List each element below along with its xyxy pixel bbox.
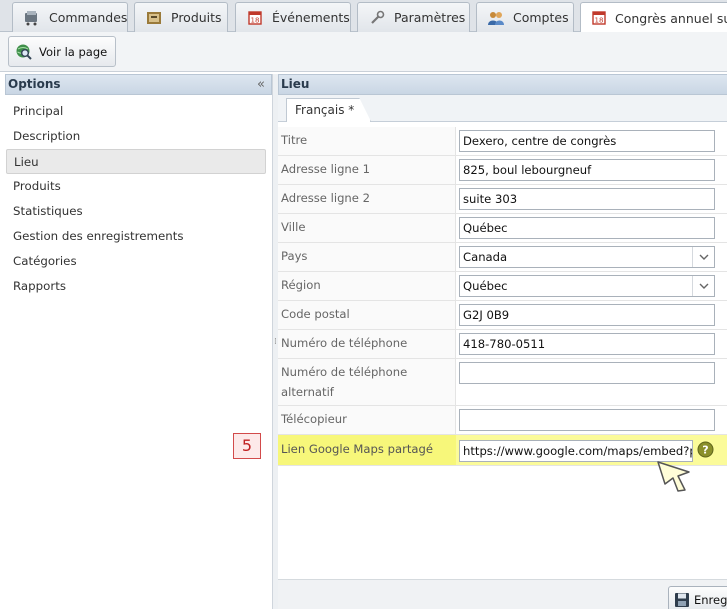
options-panel-header: Options « [5,74,272,95]
help-icon[interactable]: ? [697,441,714,458]
telephone-alt-label-line2: alternatif [281,385,334,399]
svg-text:18: 18 [595,17,604,25]
nav-item-produits[interactable]: Produits [5,174,272,199]
cart-icon [23,10,41,26]
telecopieur-label: Télécopieur [278,406,456,434]
lieu-panel: Lieu Français * Titre Dexero, centre de … [278,74,727,609]
globe-search-icon [15,43,33,61]
telephone-input[interactable]: 418-780-0511 [459,333,715,355]
step-number-badge: 5 [233,433,261,459]
collapse-panel-icon[interactable]: « [257,75,265,94]
tab-label: Congrès annuel sur le [615,10,727,26]
chevron-down-icon[interactable] [692,276,714,296]
nav-item-gestion-enregistrements[interactable]: Gestion des enregistrements [5,224,272,249]
calendar-icon: 18 [246,10,264,26]
telephone-alt-label: Numéro de téléphone alternatif [278,359,456,405]
chevron-down-icon[interactable] [692,247,714,267]
lieu-panel-title: Lieu [281,77,310,91]
lieu-panel-header: Lieu [278,74,727,95]
users-icon [487,10,505,26]
code-postal-input[interactable]: G2J 0B9 [459,304,715,326]
box-icon [145,10,163,26]
form-row-telephone-alt: Numéro de téléphone alternatif [278,359,727,406]
nav-item-statistiques[interactable]: Statistiques [5,199,272,224]
language-tab-bar: Français * [278,95,727,122]
nav-item-description[interactable]: Description [5,124,272,149]
nav-item-rapports[interactable]: Rapports [5,274,272,299]
ville-label: Ville [278,214,456,242]
tab-evenements[interactable]: 18 Événements [235,2,351,32]
options-panel: Options « Principal Description Lieu Pro… [5,74,273,609]
save-bar: Enregistrer [278,579,727,609]
tab-congres-annuel[interactable]: 18 Congrès annuel sur le [580,2,727,33]
region-selected-value: Québec [463,279,508,293]
options-panel-title: Options [8,77,61,91]
telephone-alt-input[interactable] [459,362,715,384]
form-row-telecopieur: Télécopieur [278,406,727,435]
svg-text:18: 18 [251,16,260,24]
adresse2-label: Adresse ligne 2 [278,185,456,213]
tab-label: Événements [272,10,350,25]
code-postal-label: Code postal [278,301,456,329]
nav-item-principal[interactable]: Principal [5,99,272,124]
pays-label: Pays [278,243,456,271]
top-tab-bar: Commandes Produits 18 Événements Paramèt… [0,0,727,33]
region-label: Région [278,272,456,300]
save-label: Enregistrer [694,592,727,607]
form-row-ville: Ville Québec [278,214,727,243]
form-row-titre: Titre Dexero, centre de congrès [278,127,727,156]
pays-select[interactable]: Canada [459,246,715,268]
form-row-adresse1: Adresse ligne 1 825, boul lebourgneuf [278,156,727,185]
titre-label: Titre [278,127,456,155]
telephone-label: Numéro de téléphone [278,330,456,358]
svg-text:?: ? [702,444,708,457]
nav-item-lieu[interactable]: Lieu [6,149,266,174]
region-select[interactable]: Québec [459,275,715,297]
titre-input[interactable]: Dexero, centre de congrès [459,130,715,152]
tab-label: Paramètres [394,10,466,25]
tab-comptes[interactable]: Comptes [476,2,574,32]
calendar-icon: 18 [591,10,607,26]
floppy-disk-icon [674,592,690,608]
view-page-button[interactable]: Voir la page [8,36,117,67]
tab-label: Commandes [49,10,128,25]
tab-label: Produits [171,10,222,25]
form-row-code-postal: Code postal G2J 0B9 [278,301,727,330]
tab-francais[interactable]: Français * [286,98,372,122]
form-row-pays: Pays Canada [278,243,727,272]
nav-item-categories[interactable]: Catégories [5,249,272,274]
google-maps-label: Lien Google Maps partagé [278,435,456,465]
adresse2-input[interactable]: suite 303 [459,188,715,210]
tab-produits[interactable]: Produits [134,2,228,32]
lieu-form: Titre Dexero, centre de congrès Adresse … [278,127,727,466]
splitter-grip-icon: ⁞ [274,337,277,347]
tab-label: Comptes [513,10,569,25]
form-row-adresse2: Adresse ligne 2 suite 303 [278,185,727,214]
telephone-alt-label-line1: Numéro de téléphone [281,365,408,379]
adresse1-label: Adresse ligne 1 [278,156,456,184]
wrench-icon [368,10,386,26]
ville-input[interactable]: Québec [459,217,715,239]
form-row-region: Région Québec [278,272,727,301]
save-button[interactable]: Enregistrer [668,586,727,609]
pays-selected-value: Canada [463,250,508,264]
form-row-telephone: Numéro de téléphone 418-780-0511 [278,330,727,359]
tab-parametres[interactable]: Paramètres [357,2,470,32]
toolbar: Voir la page [0,32,727,72]
view-page-label: Voir la page [39,44,108,59]
telecopieur-input[interactable] [459,409,715,431]
tab-commandes[interactable]: Commandes [12,2,128,32]
adresse1-input[interactable]: 825, boul lebourgneuf [459,159,715,181]
pointer-arrow-icon [655,458,695,494]
